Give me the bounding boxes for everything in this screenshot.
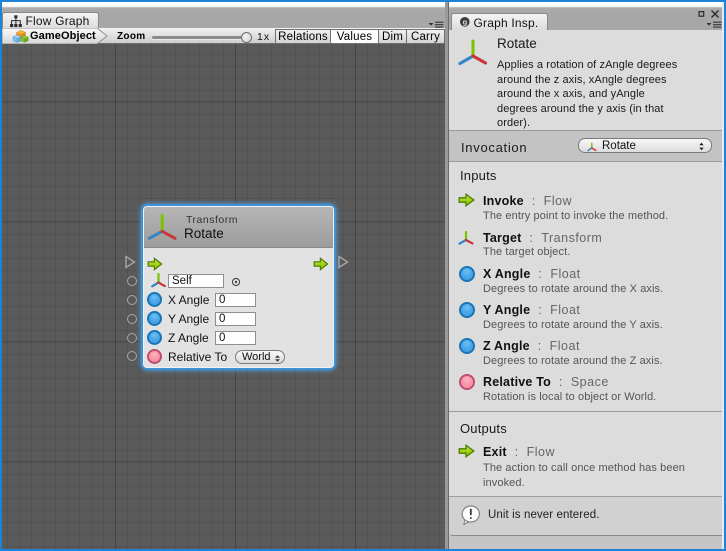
- svg-text:g: g: [463, 17, 468, 26]
